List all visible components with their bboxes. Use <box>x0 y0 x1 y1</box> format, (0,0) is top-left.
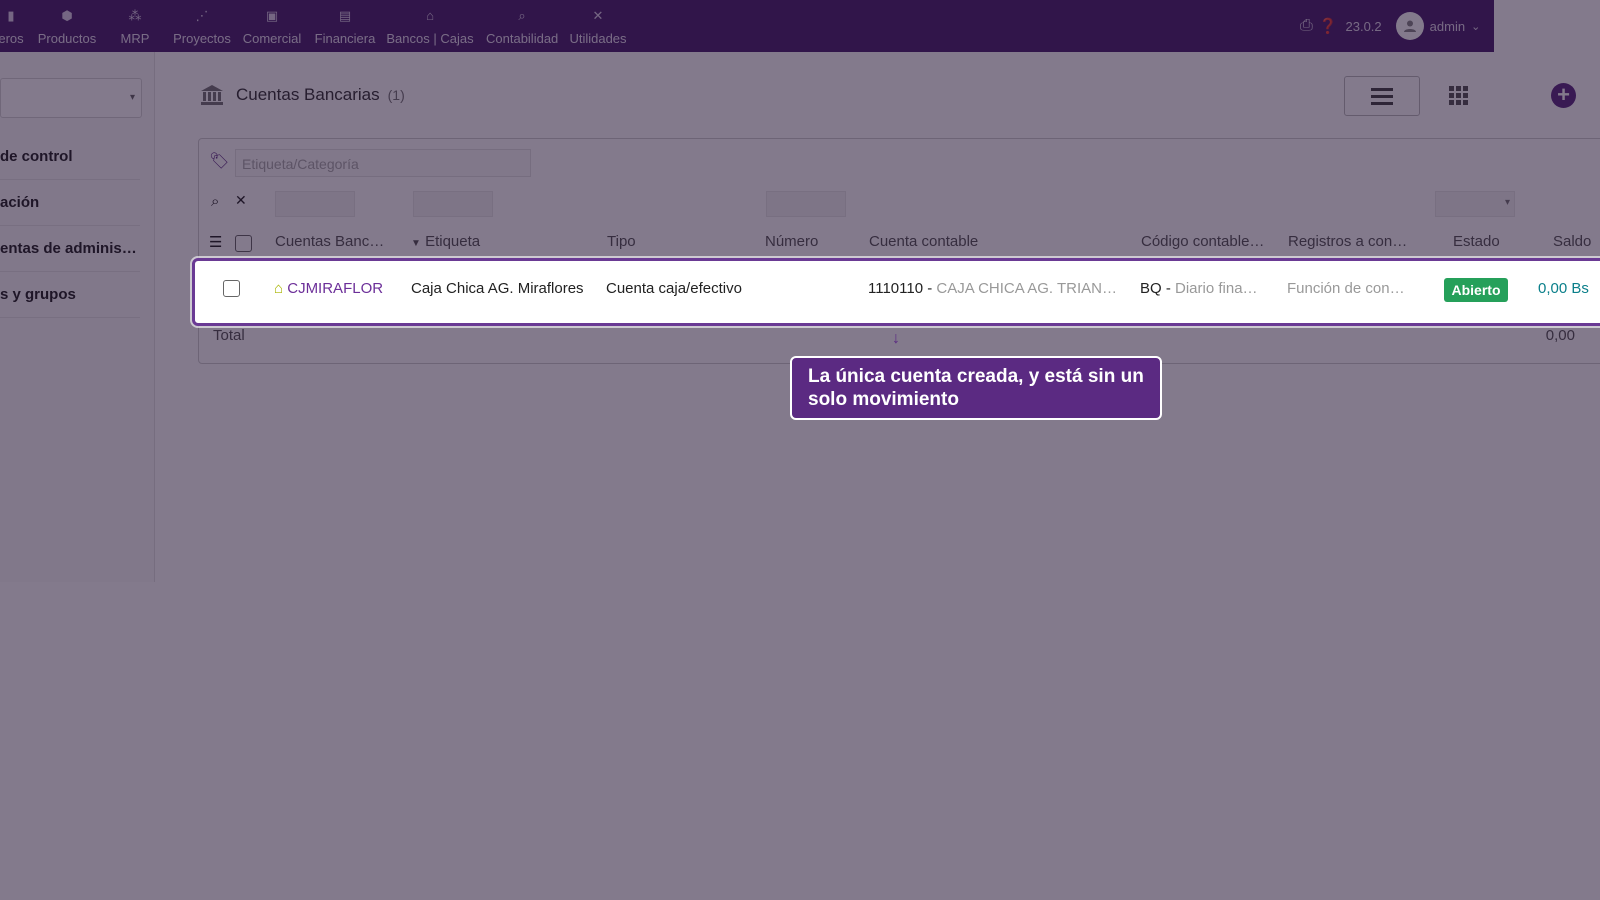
sitemap-icon: ⋰ <box>195 8 209 23</box>
filter-ref-input[interactable] <box>275 191 355 217</box>
total-value: 0,00 <box>1545 327 1575 344</box>
kanban-view-button[interactable] <box>1448 84 1470 106</box>
chevron-down-icon[interactable]: ⌄ <box>1471 20 1480 33</box>
tour-overlay <box>0 0 1600 900</box>
row-balance: 0,00 Bs <box>1538 280 1589 297</box>
menu-item-utilidades[interactable]: ✕ Utilidades <box>568 0 628 52</box>
arrow-down-icon: ↓ <box>892 330 900 347</box>
col-header-etiqueta[interactable]: ▼ Etiqueta <box>411 233 480 250</box>
menu-item-proyectos[interactable]: ⋰ Proyectos <box>172 0 232 52</box>
tag-category-input[interactable]: Etiqueta/Categoría <box>235 149 531 177</box>
top-menu-bar: ▮ eros ⬢ Productos ⁂ MRP ⋰ Proyectos ▣ C… <box>0 0 1494 52</box>
avatar[interactable] <box>1395 12 1424 40</box>
page-title: Cuentas Bancarias (1) <box>200 84 405 106</box>
bank-icon: ⌂ <box>274 280 284 297</box>
version-label: 23.0.2 <box>1345 18 1382 34</box>
record-count: (1) <box>387 87 405 103</box>
help-icon[interactable]: ❓ <box>1319 17 1338 35</box>
print-icon[interactable]: ⎙ <box>1300 17 1313 35</box>
search-dollar-icon: ⌕ <box>518 8 526 23</box>
cube-icon: ⬢ <box>61 8 73 23</box>
col-header-registros[interactable]: Registros a con… <box>1288 233 1407 250</box>
left-sidebar: ▾ de control ación entas de administ… s … <box>0 52 155 582</box>
col-header-tipo[interactable]: Tipo <box>607 233 636 250</box>
col-header-saldo[interactable]: Saldo <box>1553 233 1591 250</box>
cubes-icon: ⁂ <box>128 8 142 23</box>
close-icon[interactable]: ✕ <box>235 192 247 209</box>
menu-item-financiera[interactable]: ▤ Financiera <box>314 0 376 52</box>
col-header-estado[interactable]: Estado <box>1453 233 1500 250</box>
chevron-down-icon: ▾ <box>129 92 135 103</box>
row-label: Caja Chica AG. Miraflores <box>411 280 584 297</box>
filter-number-input[interactable] <box>766 191 846 217</box>
left-select[interactable]: ▾ <box>0 78 142 118</box>
list-view-button[interactable] <box>1344 76 1420 116</box>
chevron-down-icon: ▾ <box>1504 197 1510 208</box>
status-badge: Abierto <box>1444 278 1508 302</box>
menu-item-bancos-cajas[interactable]: ⌂ Bancos | Cajas <box>386 0 474 52</box>
total-label: Total <box>213 327 245 344</box>
row-account[interactable]: 1110110 - CAJA CHICA AG. TRIAN… <box>868 280 1117 297</box>
tour-tooltip: La única cuenta creada, y está sin un so… <box>790 356 1162 420</box>
user-icon <box>1403 20 1416 32</box>
user-name[interactable]: admin <box>1430 19 1465 34</box>
page-title-text: Cuentas Bancarias <box>236 85 380 104</box>
bank-icon <box>201 85 223 105</box>
search-icon[interactable]: ⌕ <box>211 193 219 210</box>
sidebar-item-grupos[interactable]: s y grupos <box>0 272 140 318</box>
row-journal[interactable]: BQ - Diario fina… <box>1140 280 1258 297</box>
bar-chart-icon: ▮ <box>7 8 15 23</box>
tools-icon: ✕ <box>592 8 604 23</box>
row-records: Función de con… <box>1287 280 1405 297</box>
briefcase-icon: ▣ <box>265 8 279 23</box>
menu-item-comercial[interactable]: ▣ Comercial <box>242 0 302 52</box>
sort-down-icon: ▼ <box>411 238 421 249</box>
menu-item-mrp[interactable]: ⁂ MRP <box>118 0 152 52</box>
filter-status-select[interactable]: ▾ <box>1435 191 1515 217</box>
list-icon <box>1371 88 1393 105</box>
list-settings-icon[interactable]: ☰ <box>209 233 222 251</box>
col-header-numero[interactable]: Número <box>765 233 818 250</box>
col-header-cuenta-contable[interactable]: Cuenta contable <box>869 233 978 250</box>
row-checkbox[interactable] <box>223 280 240 297</box>
sidebar-item-configuracion[interactable]: ación <box>0 180 140 226</box>
sidebar-item-control[interactable]: de control <box>0 134 140 180</box>
menu-item-terceros[interactable]: ▮ eros <box>0 0 26 52</box>
col-header-cuentas[interactable]: Cuentas Banc… <box>275 233 384 250</box>
tag-icon: 🏷 <box>209 153 230 170</box>
add-button[interactable]: + <box>1551 83 1576 108</box>
select-all-checkbox[interactable] <box>235 235 252 252</box>
menu-item-contabilidad[interactable]: ⌕ Contabilidad <box>486 0 558 52</box>
filter-label-input[interactable] <box>413 191 493 217</box>
sidebar-item-cuentas-admin[interactable]: entas de administ… <box>0 226 140 272</box>
bank-icon: ⌂ <box>426 8 434 23</box>
row-ref-link[interactable]: ⌂ CJMIRAFLOR <box>274 280 383 297</box>
top-right-tools: ⎙ ❓ 23.0.2 admin ⌄ <box>1300 0 1480 52</box>
file-icon: ▤ <box>338 8 352 23</box>
col-header-codigo-contable[interactable]: Código contable… <box>1141 233 1264 250</box>
menu-item-productos[interactable]: ⬢ Productos <box>36 0 98 52</box>
row-type: Cuenta caja/efectivo <box>606 280 742 297</box>
